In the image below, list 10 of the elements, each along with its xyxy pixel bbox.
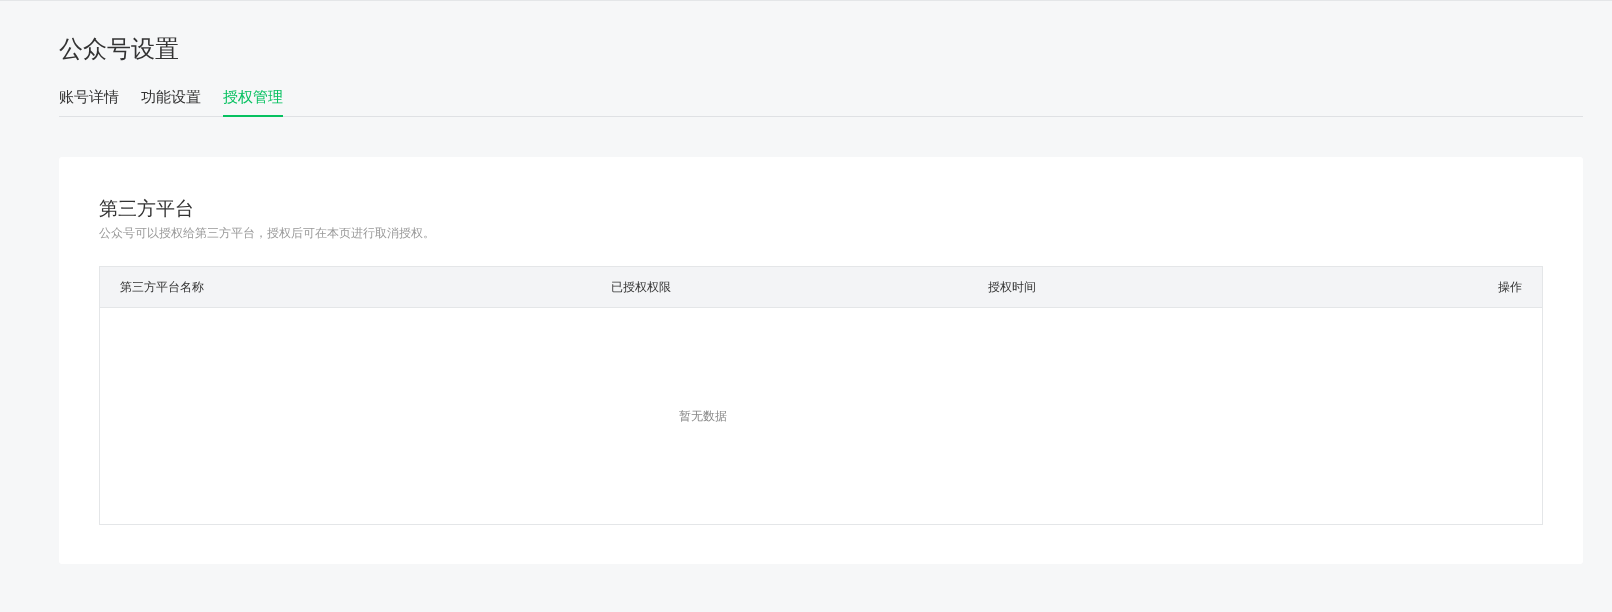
column-header: 授权时间 <box>988 278 1037 296</box>
section-description: 公众号可以授权给第三方平台，授权后可在本页进行取消授权。 <box>99 225 436 242</box>
tab[interactable]: 账号详情 <box>59 82 119 117</box>
section-title: 第三方平台 <box>99 196 195 221</box>
empty-message: 暂无数据 <box>679 407 727 425</box>
tab[interactable]: 功能设置 <box>141 82 201 117</box>
column-header: 已授权权限 <box>611 278 672 296</box>
column-header: 第三方平台名称 <box>120 278 205 296</box>
column-header: 操作 <box>1498 278 1522 296</box>
page-title: 公众号设置 <box>59 34 180 65</box>
